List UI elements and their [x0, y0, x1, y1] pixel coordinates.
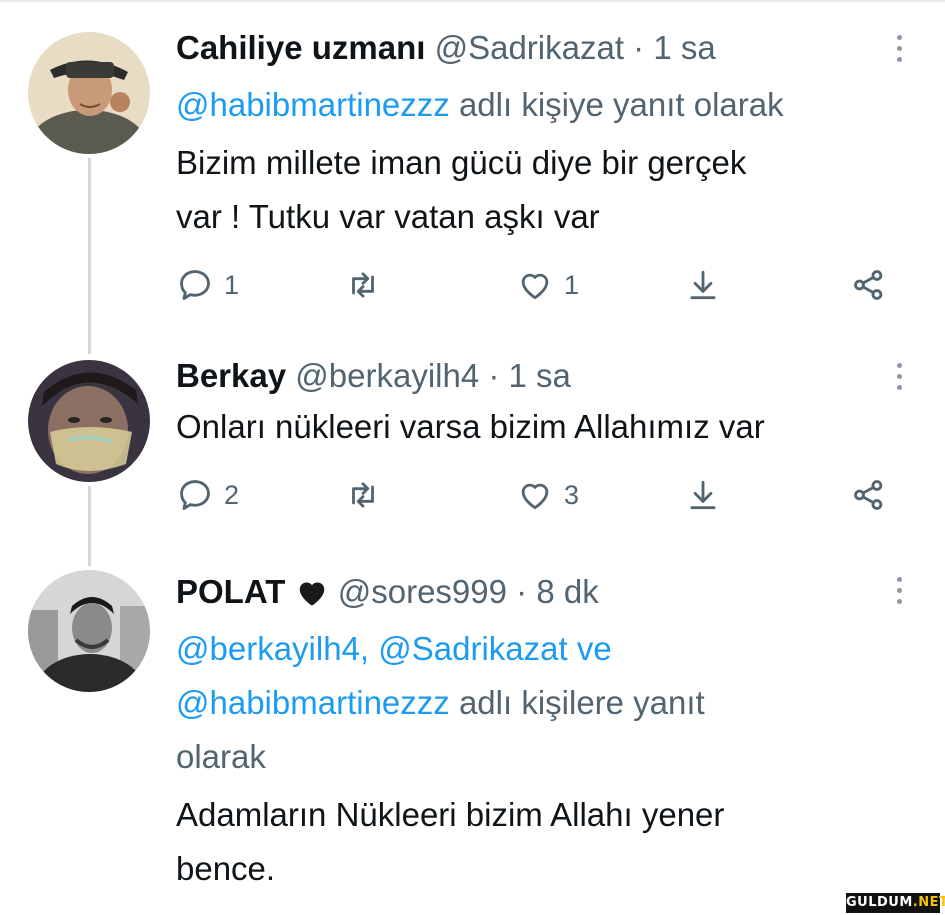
like-count: 1 [564, 269, 580, 300]
heart-icon [521, 483, 549, 510]
reply-context-text: adlı kişilere yanıt [449, 684, 705, 721]
retweet-icon [352, 482, 374, 508]
timestamp[interactable]: 8 dk [536, 573, 598, 610]
tweet-header: Berkay @berkayilh4 · 1 sa [176, 356, 571, 396]
retweet-button[interactable] [344, 476, 382, 514]
retweet-icon [352, 272, 374, 298]
site-watermark: GULDUM.NET [846, 893, 945, 913]
more-options-icon[interactable] [884, 356, 914, 396]
download-arrow-icon [690, 270, 716, 300]
tweet-text-line: Adamların Nükleeri bizim Allahı yener [176, 796, 725, 833]
more-options-icon[interactable] [884, 28, 914, 68]
tweet-2[interactable]: Berkay @berkayilh4 · 1 sa Onları nükleer… [0, 340, 945, 566]
black-heart-icon [299, 582, 324, 606]
thread-line [88, 486, 91, 566]
user-handle[interactable]: @Sadrikazat [435, 29, 624, 66]
user-handle[interactable]: @sores999 [338, 573, 507, 610]
action-bar: 1 1 [176, 266, 916, 306]
tweet-header: Cahiliye uzmanı @Sadrikazat · 1 sa [176, 28, 716, 68]
thread-line [88, 158, 91, 354]
timestamp[interactable]: 1 sa [509, 357, 571, 394]
download-arrow-icon [690, 480, 716, 510]
reply-count: 1 [224, 269, 240, 300]
action-bar: 2 3 [176, 476, 916, 516]
avatar[interactable] [28, 360, 150, 482]
reply-button[interactable]: 2 [176, 476, 239, 514]
display-name[interactable]: Cahiliye uzmanı [176, 29, 425, 66]
tweet-3[interactable]: POLAT @sores999 · 8 dk @berkayilh4, @Sad… [0, 560, 945, 915]
like-button[interactable]: 3 [516, 476, 579, 514]
mention-link[interactable]: @habibmartinezzz [176, 684, 450, 721]
avatar[interactable] [28, 570, 150, 692]
tweet-text-line: Bizim millete iman gücü diye bir gerçek [176, 144, 747, 181]
share-icon [854, 270, 883, 300]
speech-bubble-icon [180, 270, 210, 300]
share-button[interactable] [684, 476, 722, 514]
mention-link[interactable]: @berkayilh4, @Sadrikazat ve [176, 622, 916, 676]
more-share-button[interactable] [850, 476, 888, 514]
more-share-button[interactable] [850, 266, 888, 304]
reply-context: @berkayilh4, @Sadrikazat ve @habibmartin… [176, 622, 916, 784]
heart-icon [521, 273, 549, 300]
separator-dot: · [633, 29, 645, 66]
user-handle[interactable]: @berkayilh4 [295, 357, 479, 394]
share-icon [854, 480, 883, 510]
tweet-1[interactable]: Cahiliye uzmanı @Sadrikazat · 1 sa @habi… [0, 0, 945, 354]
tweet-text: Adamların Nükleeri bizim Allahı yener be… [176, 788, 916, 896]
more-options-icon[interactable] [884, 570, 914, 610]
share-button[interactable] [684, 266, 722, 304]
tweet-text-line: Onları nükleeri varsa bizim Allahımız va… [176, 408, 765, 445]
tweet-text: Bizim millete iman gücü diye bir gerçek … [176, 136, 916, 244]
reply-count: 2 [224, 479, 240, 510]
retweet-button[interactable] [344, 266, 382, 304]
reply-context-text: olarak [176, 738, 266, 775]
tweet-text-line: var ! Tutku var vatan aşkı var [176, 198, 600, 235]
like-count: 3 [564, 479, 580, 510]
reply-context-text: adlı kişiye yanıt olarak [449, 86, 784, 123]
reply-button[interactable]: 1 [176, 266, 239, 304]
mention-link[interactable]: @habibmartinezzz [176, 86, 450, 123]
tweet-text-line: bence. [176, 850, 276, 887]
display-name[interactable]: POLAT [176, 573, 285, 610]
reply-context: @habibmartinezzz adlı kişiye yanıt olara… [176, 78, 916, 132]
speech-bubble-icon [180, 480, 210, 510]
separator-dot: · [488, 357, 500, 394]
timestamp[interactable]: 1 sa [653, 29, 715, 66]
separator-dot: · [516, 573, 528, 610]
like-button[interactable]: 1 [516, 266, 579, 304]
avatar[interactable] [28, 32, 150, 154]
tweet-header: POLAT @sores999 · 8 dk [176, 572, 599, 612]
display-name[interactable]: Berkay [176, 357, 286, 394]
tweet-text: Onları nükleeri varsa bizim Allahımız va… [176, 400, 916, 454]
